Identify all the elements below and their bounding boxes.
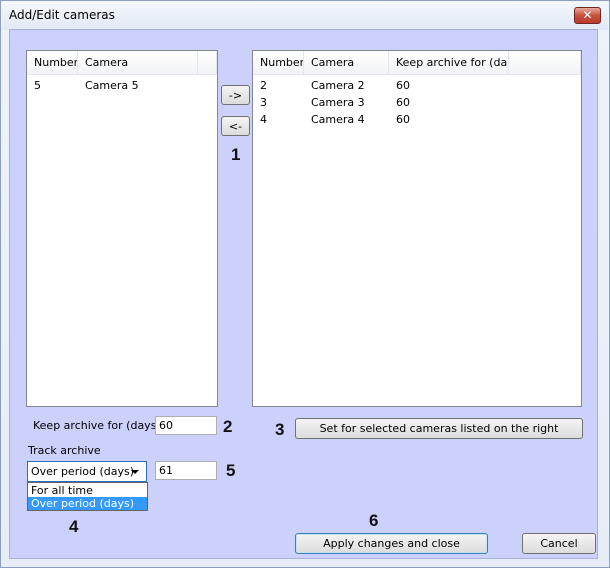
column-header-filler [198,51,217,75]
track-archive-select[interactable]: Over period (days) [27,461,147,482]
keep-archive-label: Keep archive for (days) [33,419,161,432]
cell-keep-archive: 60 [396,79,410,92]
callout-5: 5 [226,461,236,480]
track-archive-period-input[interactable]: 61 [155,461,217,480]
cancel-button[interactable]: Cancel [522,533,596,554]
selected-cameras-list[interactable]: Number Camera Keep archive for (da... 2 … [252,50,582,407]
table-row[interactable]: 2 Camera 2 60 [253,77,509,94]
callout-2: 2 [223,417,233,436]
cell-keep-archive: 60 [396,113,410,126]
set-for-selected-button[interactable]: Set for selected cameras listed on the r… [295,418,583,439]
dropdown-option-over-period[interactable]: Over period (days) [28,497,147,510]
table-row[interactable]: 3 Camera 3 60 [253,94,509,111]
track-archive-dropdown: For all time Over period (days) [27,482,148,511]
column-header-camera[interactable]: Camera [78,51,198,75]
cell-camera: Camera 4 [311,113,365,126]
cell-number: 3 [260,96,267,109]
callout-3: 3 [275,420,285,439]
cell-camera: Camera 5 [85,79,139,92]
column-header-camera[interactable]: Camera [304,51,389,75]
column-header-filler [509,51,581,75]
callout-6: 6 [369,511,379,530]
keep-archive-input[interactable]: 60 [155,416,217,435]
callout-4: 4 [69,517,79,536]
column-header-number[interactable]: Number [27,51,78,75]
track-archive-label: Track archive [28,444,101,457]
available-cameras-list[interactable]: Number Camera 5 Camera 5 [26,50,218,407]
track-archive-selected-value: Over period (days) [31,465,135,478]
cell-camera: Camera 3 [311,96,365,109]
cell-camera: Camera 2 [311,79,365,92]
column-header-keep-archive[interactable]: Keep archive for (da... [389,51,509,75]
apply-changes-button[interactable]: Apply changes and close [295,533,488,554]
chevron-down-icon[interactable] [131,470,139,474]
list-header: Number Camera [27,51,217,75]
dropdown-option-for-all-time[interactable]: For all time [28,484,147,497]
cell-keep-archive: 60 [396,96,410,109]
cell-number: 4 [260,113,267,126]
close-button[interactable]: ✕ [574,7,601,24]
table-row[interactable]: 4 Camera 4 60 [253,111,509,128]
move-left-button[interactable]: <- [221,116,250,136]
title-bar: Add/Edit cameras ✕ [2,2,608,30]
window-title: Add/Edit cameras [9,8,115,22]
callout-1: 1 [231,145,241,164]
move-right-button[interactable]: -> [221,85,250,105]
column-header-number[interactable]: Number [253,51,304,75]
cell-number: 2 [260,79,267,92]
cell-number: 5 [34,79,41,92]
list-header: Number Camera Keep archive for (da... [253,51,581,75]
list-item[interactable]: 5 Camera 5 [27,77,198,94]
